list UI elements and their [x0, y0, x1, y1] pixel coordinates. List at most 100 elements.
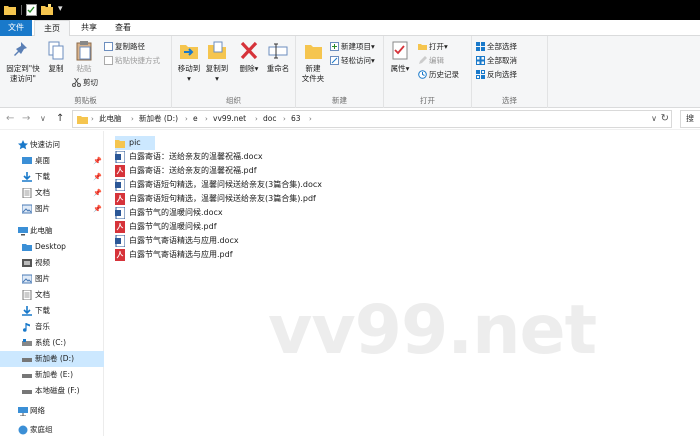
- download-icon: [22, 172, 32, 182]
- nav-drive-d[interactable]: 新加卷 (D:): [0, 351, 104, 367]
- back-button[interactable]: ←: [6, 112, 14, 126]
- nav-downloads[interactable]: 下载 📌: [0, 169, 104, 185]
- select-all-button[interactable]: 全部选择: [476, 42, 517, 52]
- up-button[interactable]: ↑: [56, 112, 64, 126]
- pin-icon[interactable]: 📌: [93, 169, 102, 185]
- breadcrumb-63[interactable]: 63: [291, 114, 301, 124]
- pin-icon[interactable]: 📌: [93, 185, 102, 201]
- easy-access-icon: [330, 56, 339, 65]
- nav-documents-pc[interactable]: 文档: [0, 287, 104, 303]
- list-item-folder[interactable]: pic: [115, 136, 155, 150]
- open-button[interactable]: 打开▾: [418, 42, 448, 52]
- tab-share[interactable]: 共享: [74, 20, 104, 36]
- delete-button[interactable]: 删除▾: [238, 40, 260, 74]
- breadcrumb-vv99[interactable]: vv99.net: [213, 114, 246, 124]
- breadcrumb-separator: ›: [185, 115, 188, 123]
- open-group: 属性▾ 打开▾ 编辑 历史记录 打开: [384, 36, 472, 108]
- drive-icon: [22, 390, 32, 394]
- search-icon: 搜: [686, 114, 694, 123]
- select-none-icon: [476, 56, 485, 65]
- new-folder-icon[interactable]: [41, 4, 53, 16]
- nav-network[interactable]: 网络: [0, 403, 104, 419]
- toolbar-separator: [21, 5, 22, 15]
- history-button[interactable]: 历史记录: [418, 70, 459, 80]
- cut-button[interactable]: 剪切: [72, 77, 98, 88]
- folder-icon: [77, 116, 88, 124]
- desktop-icon: [22, 157, 32, 164]
- copy-path-button[interactable]: 复制路径: [104, 42, 145, 52]
- pin-to-quick-access-button[interactable]: 固定到"快 速访问": [4, 40, 42, 84]
- nav-music[interactable]: 音乐: [0, 319, 104, 335]
- nav-drive-f[interactable]: 本地磁盘 (F:): [0, 383, 104, 399]
- organize-group: 移动到▾ 复制到▾ 删除▾ 重命名 组织: [172, 36, 296, 108]
- copy-to-button[interactable]: 复制到▾: [204, 40, 230, 84]
- breadcrumb-doc[interactable]: doc: [263, 114, 276, 124]
- nav-videos[interactable]: 视频: [0, 255, 104, 271]
- document-icon: [22, 188, 32, 198]
- properties-icon: [392, 41, 408, 60]
- picture-icon: [22, 274, 32, 284]
- breadcrumb-e[interactable]: e: [193, 114, 198, 124]
- tab-file[interactable]: 文件: [0, 20, 32, 36]
- word-document-icon: [115, 151, 125, 163]
- properties-icon[interactable]: [26, 4, 37, 16]
- rename-button[interactable]: 重命名: [264, 40, 292, 74]
- breadcrumb-separator: ›: [205, 115, 208, 123]
- breadcrumb-separator: ›: [283, 115, 286, 123]
- paste-shortcut-button[interactable]: 粘贴快捷方式: [104, 56, 160, 66]
- open-group-label: 打开: [420, 96, 435, 105]
- new-group: 新建 文件夹 新建项目▾ 轻松访问▾ 新建: [296, 36, 384, 108]
- pin-icon[interactable]: 📌: [93, 153, 102, 169]
- breadcrumb-drive-d[interactable]: 新加卷 (D:): [139, 114, 178, 124]
- properties-button[interactable]: 属性▾: [388, 40, 412, 74]
- title-bar: ▾: [0, 0, 700, 20]
- refresh-button[interactable]: ↻: [661, 113, 669, 124]
- recent-locations-button[interactable]: ∨: [40, 112, 46, 126]
- clipboard-group: 固定到"快 速访问" 复制 粘贴 复制路径 粘贴快捷方式 剪切 剪贴板: [0, 36, 172, 108]
- nav-desktop-pc[interactable]: Desktop: [0, 239, 104, 255]
- breadcrumb-this-pc[interactable]: 此电脑: [99, 114, 122, 124]
- copy-path-icon: [104, 42, 113, 51]
- nav-desktop[interactable]: 桌面 📌: [0, 153, 104, 169]
- nav-quick-access[interactable]: 快速访问: [0, 137, 104, 153]
- pdf-icon: [115, 221, 125, 233]
- edit-button[interactable]: 编辑: [418, 56, 444, 66]
- tab-view[interactable]: 查看: [108, 20, 138, 36]
- invert-selection-button[interactable]: 反向选择: [476, 70, 517, 80]
- new-folder-button[interactable]: 新建 文件夹: [298, 40, 328, 84]
- nav-drive-e[interactable]: 新加卷 (E:): [0, 367, 104, 383]
- select-none-button[interactable]: 全部取消: [476, 56, 517, 66]
- breadcrumb-separator: ›: [91, 115, 94, 123]
- quick-access-dropdown[interactable]: ▾: [58, 3, 63, 15]
- address-bar: ← → ∨ ↑ › 此电脑 › 新加卷 (D:) › e › vv99.net …: [0, 108, 700, 130]
- nav-homegroup[interactable]: 家庭组: [0, 422, 104, 436]
- pin-icon[interactable]: 📌: [93, 201, 102, 217]
- new-item-icon: [330, 42, 339, 51]
- move-to-button[interactable]: 移动到▾: [176, 40, 202, 84]
- watermark: vv99.net: [268, 291, 597, 370]
- paste-button[interactable]: 粘贴: [72, 40, 96, 74]
- forward-button[interactable]: →: [22, 112, 30, 126]
- nav-pictures[interactable]: 图片 📌: [0, 201, 104, 217]
- nav-drive-c[interactable]: 系统 (C:): [0, 335, 104, 351]
- pin-icon: [14, 42, 27, 56]
- address-dropdown[interactable]: ∨: [651, 114, 657, 123]
- nav-documents[interactable]: 文档 📌: [0, 185, 104, 201]
- search-input[interactable]: 搜: [680, 110, 700, 128]
- select-all-icon: [476, 42, 485, 51]
- nav-downloads-pc[interactable]: 下载: [0, 303, 104, 319]
- rename-icon: [268, 43, 288, 59]
- new-item-button[interactable]: 新建项目▾: [330, 42, 375, 52]
- drive-icon: [22, 374, 32, 378]
- edit-icon: [419, 56, 427, 64]
- navigation-pane: 快速访问 桌面 📌 下载 📌 文档 📌 图片 📌 此电脑 Desktop 视频 …: [0, 131, 104, 436]
- tab-home[interactable]: 主页: [34, 20, 70, 37]
- easy-access-button[interactable]: 轻松访问▾: [330, 56, 375, 66]
- address-field[interactable]: › 此电脑 › 新加卷 (D:) › e › vv99.net › doc › …: [72, 110, 672, 128]
- select-group-label: 选择: [502, 96, 517, 105]
- network-icon: [18, 407, 28, 416]
- copy-button[interactable]: 复制: [44, 40, 68, 74]
- computer-icon: [18, 227, 28, 236]
- nav-pictures-pc[interactable]: 图片: [0, 271, 104, 287]
- nav-this-pc[interactable]: 此电脑: [0, 223, 104, 239]
